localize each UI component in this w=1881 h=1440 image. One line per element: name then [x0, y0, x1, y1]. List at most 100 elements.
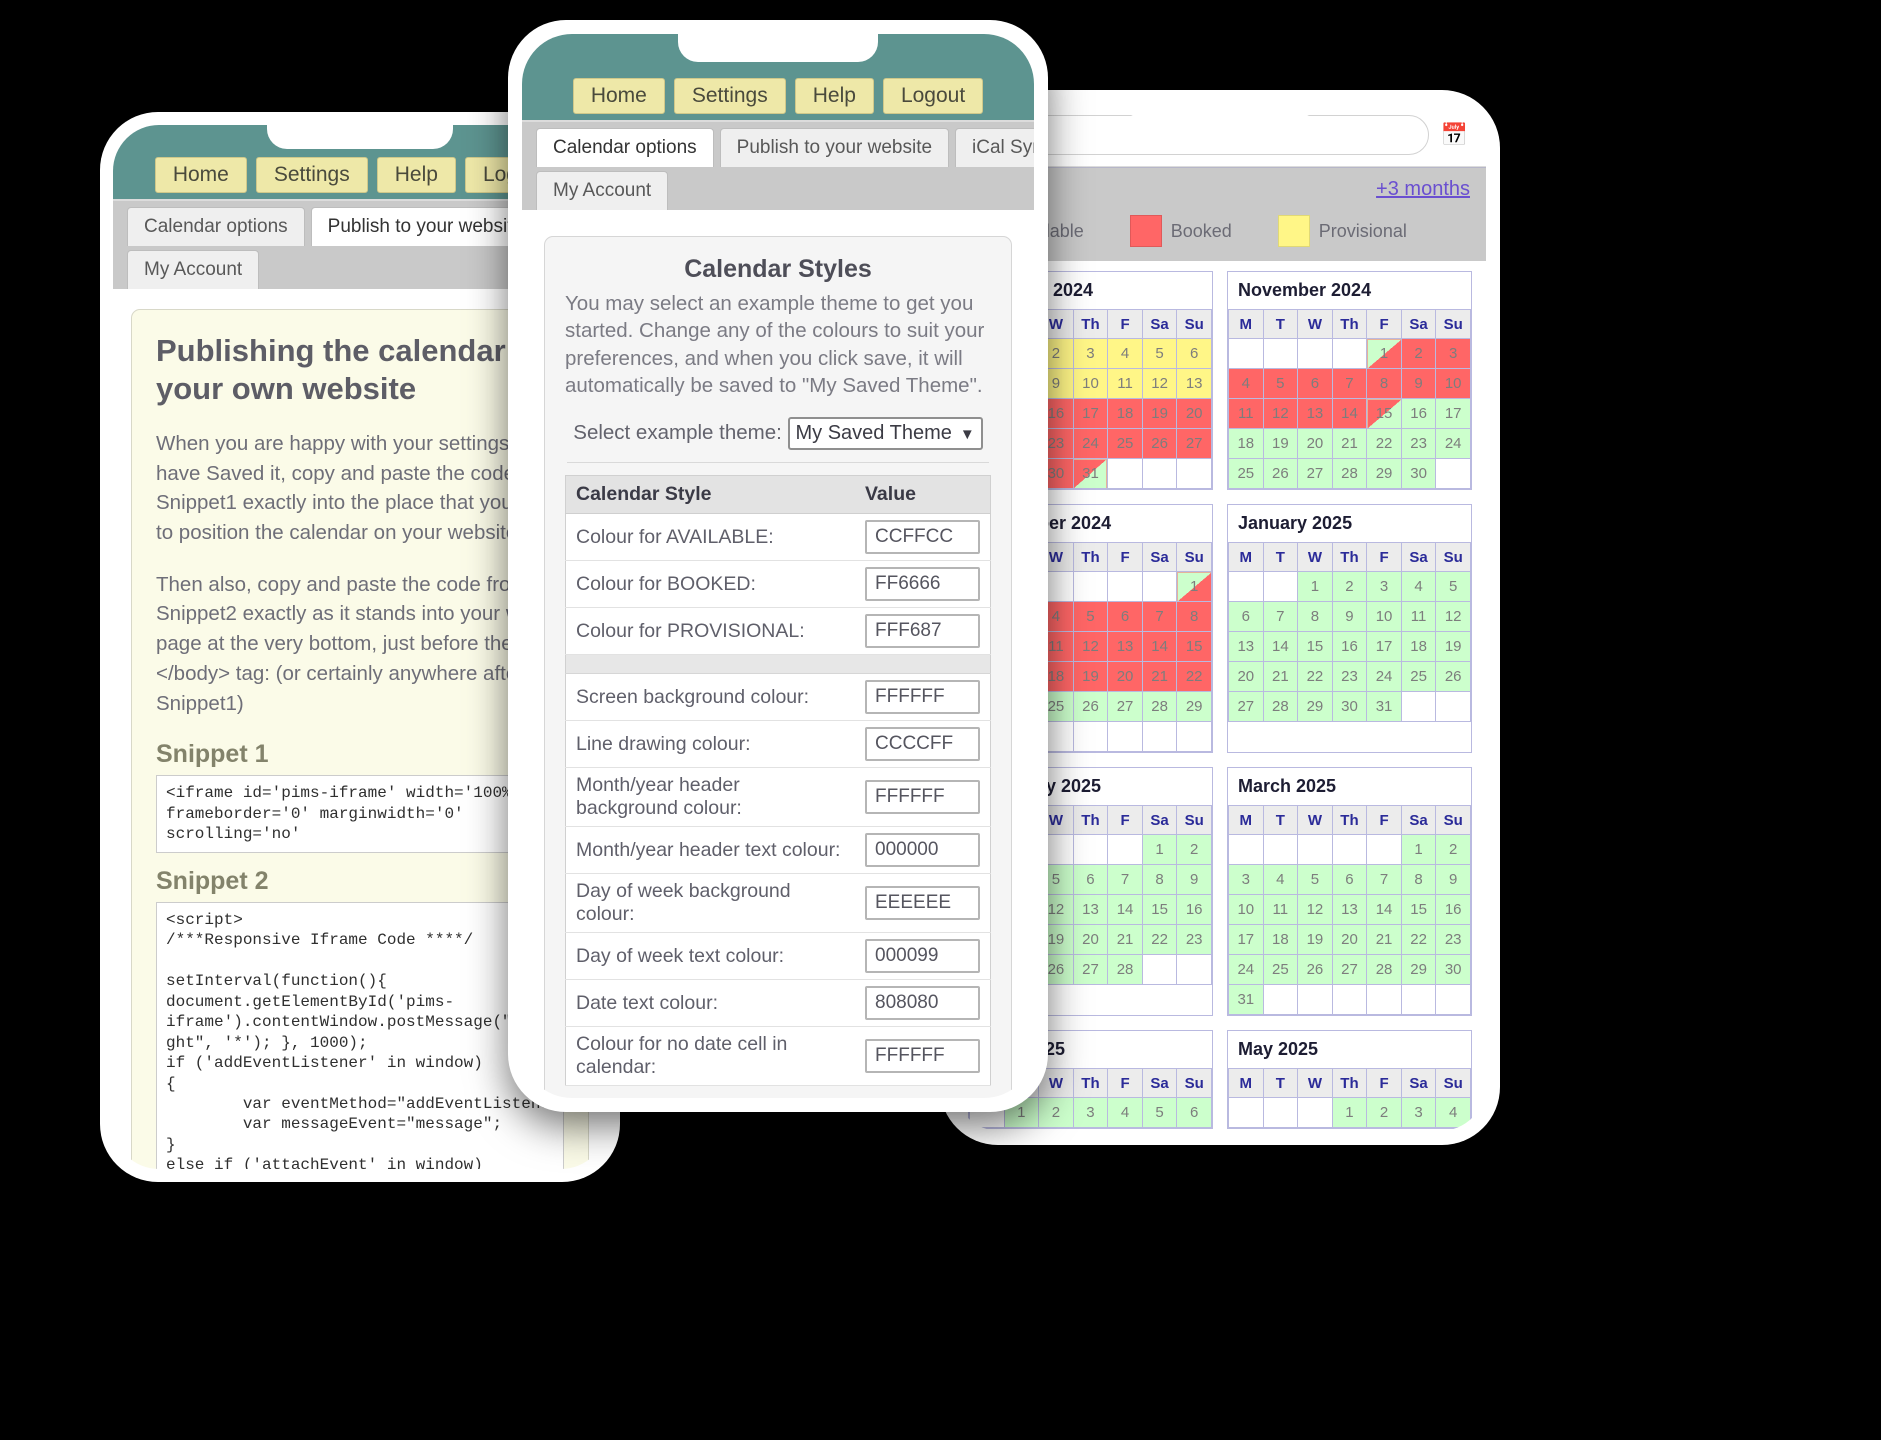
nav-button-settings[interactable]: Settings	[255, 156, 368, 193]
day-cell[interactable]: 24	[1228, 954, 1264, 985]
day-cell[interactable]: 27	[1331, 954, 1368, 985]
day-cell[interactable]: 15	[1400, 894, 1437, 925]
day-cell[interactable]: 8	[1141, 864, 1178, 895]
day-cell[interactable]: 15	[1141, 894, 1178, 925]
day-cell[interactable]: 30	[1331, 691, 1368, 722]
day-cell[interactable]: 5	[1262, 368, 1299, 399]
day-cell[interactable]: 18	[1228, 428, 1264, 459]
day-cell[interactable]: 16	[1400, 398, 1437, 429]
day-cell[interactable]: 16	[1331, 631, 1368, 662]
day-cell[interactable]: 7	[1262, 601, 1299, 632]
day-cell[interactable]: 15	[1176, 631, 1212, 662]
day-cell[interactable]: 26	[1435, 661, 1471, 692]
day-cell[interactable]: 1	[1366, 338, 1402, 369]
colour-input-month-year-header-background-colour[interactable]	[865, 780, 980, 814]
day-cell[interactable]: 31	[1072, 458, 1109, 489]
day-cell[interactable]: 3	[1072, 1097, 1109, 1128]
day-cell[interactable]: 1	[1141, 834, 1178, 865]
day-cell[interactable]: 9	[1331, 601, 1368, 632]
day-cell[interactable]: 25	[1400, 661, 1437, 692]
day-cell[interactable]: 1	[1400, 834, 1437, 865]
day-cell[interactable]: 11	[1107, 368, 1143, 399]
nav-button-home[interactable]: Home	[572, 77, 665, 114]
day-cell[interactable]: 2	[1176, 834, 1212, 865]
day-cell[interactable]: 17	[1435, 398, 1471, 429]
colour-input-colour-for-no-date-cell-in-calendar[interactable]	[865, 1039, 980, 1073]
day-cell[interactable]: 8	[1297, 601, 1333, 632]
day-cell[interactable]: 19	[1141, 398, 1178, 429]
day-cell[interactable]: 24	[1072, 428, 1109, 459]
day-cell[interactable]: 29	[1297, 691, 1333, 722]
day-cell[interactable]: 21	[1331, 428, 1368, 459]
day-cell[interactable]: 22	[1297, 661, 1333, 692]
day-cell[interactable]: 17	[1228, 924, 1264, 955]
day-cell[interactable]: 7	[1366, 864, 1402, 895]
day-cell[interactable]: 6	[1331, 864, 1368, 895]
day-cell[interactable]: 13	[1176, 368, 1212, 399]
snippet-1-code[interactable]: <iframe id='pims-iframe' width='100%' fr…	[156, 775, 564, 853]
day-cell[interactable]: 20	[1331, 924, 1368, 955]
day-cell[interactable]: 25	[1107, 428, 1143, 459]
day-cell[interactable]: 9	[1400, 368, 1437, 399]
day-cell[interactable]: 6	[1176, 338, 1212, 369]
calendar-icon[interactable]: 📅	[1441, 122, 1468, 148]
colour-input-screen-background-colour[interactable]	[865, 680, 980, 714]
day-cell[interactable]: 20	[1072, 924, 1109, 955]
day-cell[interactable]: 4	[1228, 368, 1264, 399]
day-cell[interactable]: 4	[1107, 338, 1143, 369]
day-cell[interactable]: 2	[1400, 338, 1437, 369]
day-cell[interactable]: 29	[1400, 954, 1437, 985]
day-cell[interactable]: 18	[1107, 398, 1143, 429]
day-cell[interactable]: 12	[1262, 398, 1299, 429]
day-cell[interactable]: 1	[1297, 571, 1333, 602]
day-cell[interactable]: 3	[1400, 1097, 1437, 1128]
day-cell[interactable]: 23	[1435, 924, 1471, 955]
tab-calendar-options[interactable]: Calendar options	[536, 128, 714, 167]
day-cell[interactable]: 6	[1297, 368, 1333, 399]
day-cell[interactable]: 8	[1366, 368, 1402, 399]
snippet-2-code[interactable]: <script> /***Responsive Iframe Code ****…	[156, 901, 564, 1169]
day-cell[interactable]: 7	[1331, 368, 1368, 399]
day-cell[interactable]: 4	[1400, 571, 1437, 602]
day-cell[interactable]: 30	[1435, 954, 1471, 985]
day-cell[interactable]: 24	[1366, 661, 1402, 692]
day-cell[interactable]: 10	[1228, 894, 1264, 925]
colour-input-colour-for-booked[interactable]	[865, 567, 980, 601]
day-cell[interactable]: 7	[1107, 864, 1143, 895]
day-cell[interactable]: 2	[1331, 571, 1368, 602]
day-cell[interactable]: 14	[1262, 631, 1299, 662]
day-cell[interactable]: 29	[1176, 691, 1212, 722]
day-cell[interactable]: 28	[1366, 954, 1402, 985]
day-cell[interactable]: 27	[1176, 428, 1212, 459]
day-cell[interactable]: 28	[1141, 691, 1178, 722]
day-cell[interactable]: 23	[1176, 924, 1212, 955]
day-cell[interactable]: 2	[1435, 834, 1471, 865]
day-cell[interactable]: 13	[1228, 631, 1264, 662]
day-cell[interactable]: 20	[1176, 398, 1212, 429]
day-cell[interactable]: 22	[1400, 924, 1437, 955]
day-cell[interactable]: 14	[1366, 894, 1402, 925]
day-cell[interactable]: 22	[1366, 428, 1402, 459]
day-cell[interactable]: 21	[1262, 661, 1299, 692]
colour-input-month-year-header-text-colour[interactable]	[865, 833, 980, 867]
day-cell[interactable]: 25	[1262, 954, 1299, 985]
day-cell[interactable]: 14	[1141, 631, 1178, 662]
day-cell[interactable]: 11	[1262, 894, 1299, 925]
day-cell[interactable]: 15	[1297, 631, 1333, 662]
day-cell[interactable]: 29	[1366, 458, 1402, 489]
day-cell[interactable]: 26	[1141, 428, 1178, 459]
day-cell[interactable]: 21	[1141, 661, 1178, 692]
day-cell[interactable]: 3	[1366, 571, 1402, 602]
day-cell[interactable]: 5	[1435, 571, 1471, 602]
day-cell[interactable]: 17	[1072, 398, 1109, 429]
day-cell[interactable]: 26	[1072, 691, 1109, 722]
nav-button-help[interactable]: Help	[794, 77, 874, 114]
day-cell[interactable]: 4	[1262, 864, 1299, 895]
day-cell[interactable]: 9	[1176, 864, 1212, 895]
day-cell[interactable]: 18	[1400, 631, 1437, 662]
day-cell[interactable]: 2	[1038, 1097, 1074, 1128]
day-cell[interactable]: 28	[1107, 954, 1143, 985]
day-cell[interactable]: 14	[1331, 398, 1368, 429]
tab-my-account[interactable]: My Account	[536, 171, 669, 210]
day-cell[interactable]: 19	[1297, 924, 1333, 955]
